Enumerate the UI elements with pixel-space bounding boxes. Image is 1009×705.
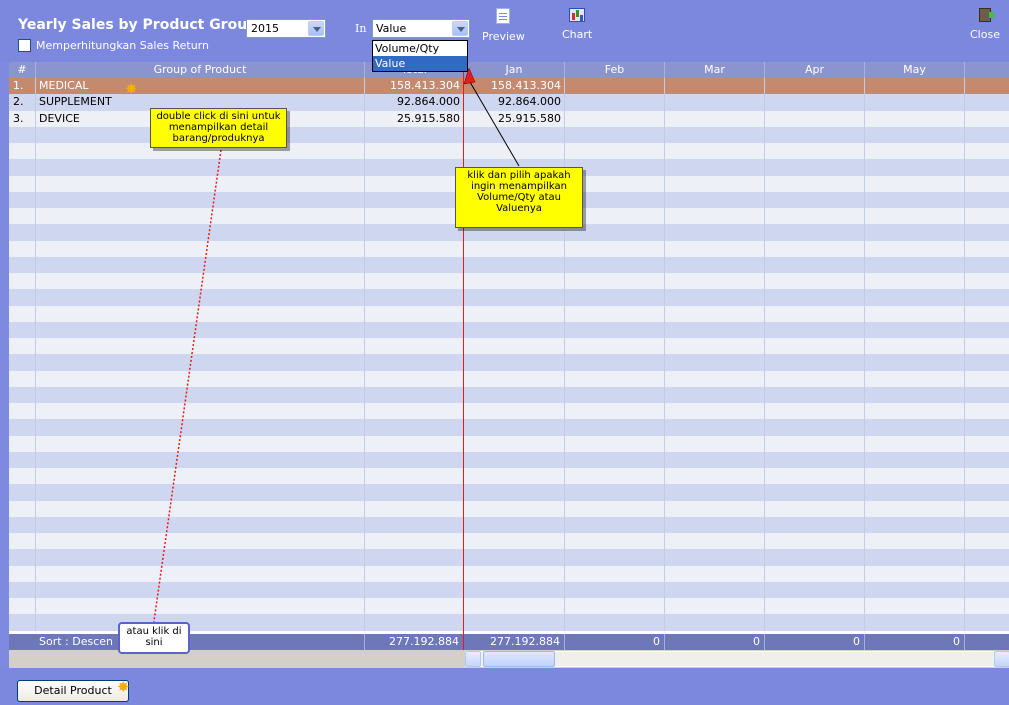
annotation-overlay <box>152 67 520 629</box>
click-sparkle-icon: ✸ <box>125 80 138 98</box>
click-sparkle-icon: ✸ <box>117 678 130 696</box>
callout-dropdown-tip: klik dan pilih apakah ingin menampilkan … <box>455 167 583 228</box>
callout-double-click: double click di sini untuk menampilkan d… <box>150 108 287 148</box>
callout-click-here: atau klik di sini <box>118 622 190 654</box>
